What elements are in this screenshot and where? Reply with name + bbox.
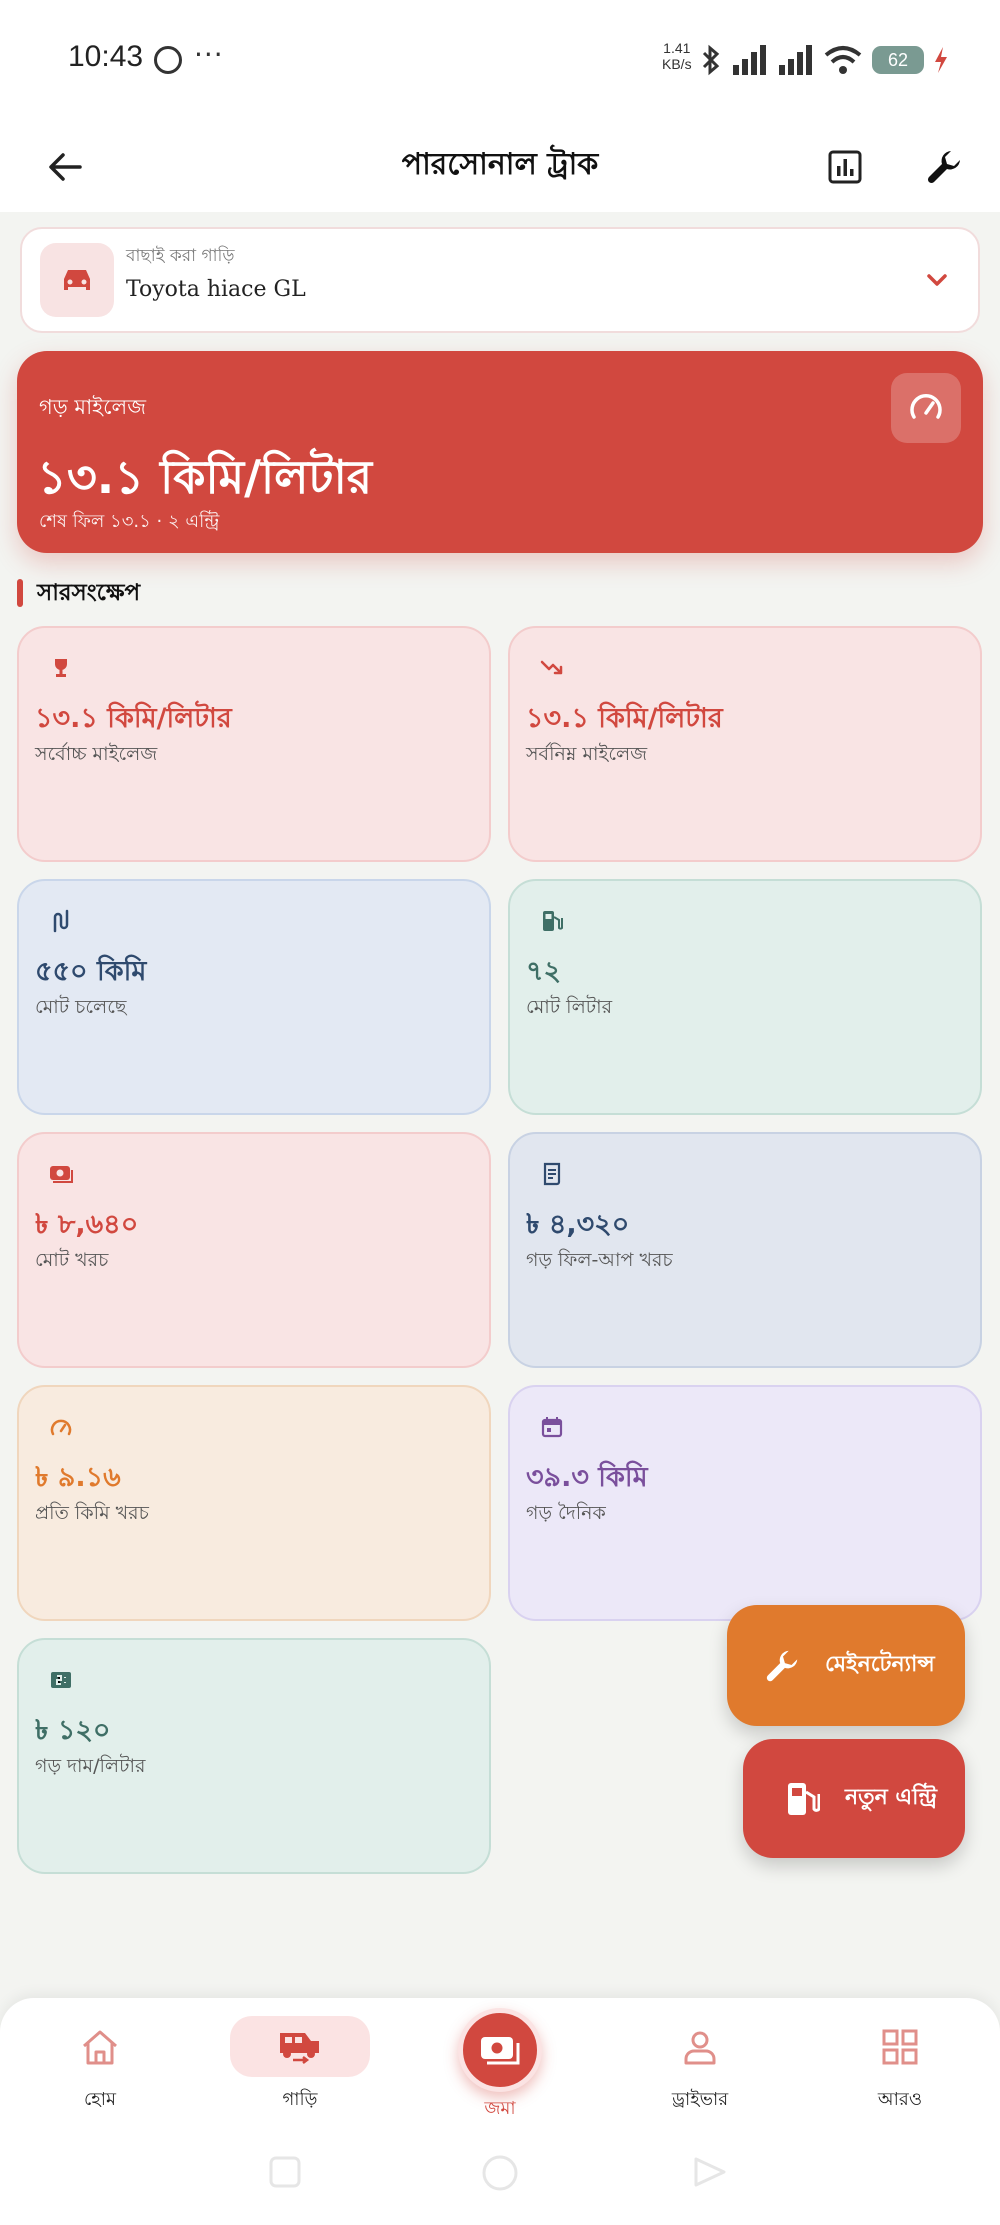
fuel-pump-icon (538, 907, 566, 935)
stat-label: সর্বনিম্ন মাইলেজ (526, 743, 648, 765)
stat-card-total-liters: ৭২ মোট লিটার (508, 879, 982, 1115)
status-time: 10:43 (68, 40, 144, 73)
system-navigation-bar (0, 2123, 1000, 2225)
trophy-icon (47, 654, 75, 682)
stat-value: ১৩.১ কিমি/লিটার (526, 703, 723, 734)
stat-card-average-daily: ৩৯.৩ কিমি গড় দৈনিক (508, 1385, 982, 1621)
speedometer-icon (891, 373, 961, 443)
wrench-icon (927, 151, 960, 184)
stat-label: মোট খরচ (35, 1249, 109, 1271)
stat-label: মোট চলেছে (35, 996, 127, 1018)
nav-home-label: হোম (84, 2089, 116, 2110)
stat-value: ৳ ১২০ (35, 1715, 111, 1746)
vehicle-selector[interactable]: বাছাই করা গাড়ি Toyota hiace GL (20, 227, 980, 333)
nav-deposit-label: জমা (484, 2098, 516, 2119)
stat-label: গড় দাম/লিটার (35, 1755, 146, 1777)
stat-value: ১৩.১ কিমি/লিটার (35, 703, 232, 734)
stat-card-highest-mileage: ১৩.১ কিমি/লিটার সর্বোচ্চ মাইলেজ (17, 626, 491, 862)
home-circle-icon[interactable] (480, 2153, 520, 2193)
nav-deposit[interactable] (458, 2008, 542, 2092)
vehicle-name: Toyota hiace GL (126, 277, 306, 302)
wrench-icon (763, 1646, 803, 1686)
stat-value: ৭২ (526, 956, 562, 987)
cash-icon (47, 1160, 75, 1188)
stat-label: প্রতি কিমি খরচ (35, 1502, 149, 1524)
nav-vehicles-label: গাড়ি (282, 2089, 318, 2110)
status-icons: 62 (700, 40, 948, 80)
back-triangle-icon[interactable] (692, 2155, 728, 2189)
recents-icon[interactable] (268, 2155, 302, 2189)
stat-value: ৩৯.৩ কিমি (526, 1462, 648, 1493)
car-icon (40, 243, 114, 317)
stat-value: ৳ ৪,৩২০ (526, 1209, 630, 1240)
page-title: পারসোনাল ট্রাক (401, 147, 599, 182)
bluetooth-icon (702, 44, 720, 76)
maintenance-label: মেইনটেন্যান্স (825, 1652, 935, 1677)
stat-label: মোট লিটার (526, 996, 613, 1018)
calendar-icon (538, 1413, 566, 1441)
stat-card-total-distance: ৫৫০ কিমি মোট চলেছে (17, 879, 491, 1115)
stat-card-average-price-per-liter: ৳ ১২০ গড় দাম/লিটার (17, 1638, 491, 1874)
app-bar: পারসোনাল ট্রাক (0, 120, 1000, 212)
signal-icon-2 (779, 45, 812, 75)
back-button[interactable] (40, 142, 90, 192)
maintenance-button[interactable]: মেইনটেন্যান্স (727, 1605, 965, 1726)
battery-icon: 62 (872, 46, 924, 74)
summary-section-header: সারসংক্ষেপ (17, 577, 140, 609)
trending-down-icon (538, 654, 566, 682)
network-speed: 1.41 KB/s (662, 40, 692, 72)
fuel-pump-icon (783, 1779, 823, 1819)
nav-more[interactable]: আরও (830, 2016, 970, 2116)
more-notifications-icon: ··· (194, 38, 224, 71)
stat-card-total-cost: ৳ ৮,৬৪০ মোট খরচ (17, 1132, 491, 1368)
price-tag-icon (47, 1666, 75, 1694)
settings-wrench-button[interactable] (920, 142, 970, 192)
arrow-left-icon (49, 153, 82, 181)
mileage-label: গড় মাইলেজ (39, 395, 146, 419)
summary-title: সারসংক্ষেপ (37, 579, 141, 606)
nav-driver-label: ড্রাইভার (671, 2089, 729, 2110)
nav-driver[interactable]: ড্রাইভার (630, 2016, 770, 2116)
home-icon (35, 2016, 165, 2077)
chevron-down-icon[interactable] (922, 265, 952, 295)
stat-label: গড় দৈনিক (526, 1502, 606, 1524)
bar-chart-icon (828, 150, 862, 184)
mileage-subtext: শেষ ফিল ১৩.১ · ২ এন্ট্রি (39, 511, 220, 532)
grid-icon (835, 2016, 965, 2077)
vehicle-transfer-icon (230, 2016, 370, 2077)
average-mileage-card: গড় মাইলেজ ১৩.১ কিমি/লিটার শেষ ফিল ১৩.১ … (17, 351, 983, 553)
reports-button[interactable] (820, 142, 870, 192)
stat-card-average-fillup-cost: ৳ ৪,৩২০ গড় ফিল-আপ খরচ (508, 1132, 982, 1368)
stat-value: ৳ ৯.১৬ (35, 1462, 121, 1493)
receipt-icon (538, 1160, 566, 1188)
wifi-icon (824, 46, 862, 74)
signal-icon (733, 45, 766, 75)
whatsapp-icon (154, 46, 182, 74)
new-entry-button[interactable]: নতুন এন্ট্রি (743, 1739, 965, 1858)
cash-icon (481, 2037, 520, 2065)
stat-value: ৳ ৮,৬৪০ (35, 1209, 139, 1240)
vehicle-caption: বাছাই করা গাড়ি (126, 246, 235, 266)
stat-value: ৫৫০ কিমি (35, 956, 147, 987)
nav-vehicles[interactable]: গাড়ি (230, 2016, 370, 2116)
stat-card-cost-per-km: ৳ ৯.১৬ প্রতি কিমি খরচ (17, 1385, 491, 1621)
nav-more-label: আরও (877, 2089, 923, 2110)
charging-icon (935, 47, 947, 73)
stat-card-lowest-mileage: ১৩.১ কিমি/লিটার সর্বনিম্ন মাইলেজ (508, 626, 982, 862)
stat-label: সর্বোচ্চ মাইলেজ (35, 743, 158, 765)
nav-home[interactable]: হোম (30, 2016, 170, 2116)
section-accent-bar (17, 579, 23, 607)
new-entry-label: নতুন এন্ট্রি (845, 1785, 937, 1810)
person-icon (635, 2016, 765, 2077)
route-icon (47, 907, 75, 935)
stat-label: গড় ফিল-আপ খরচ (526, 1249, 673, 1271)
status-bar: 10:43 ··· 1.41 KB/s 62 (0, 0, 1000, 120)
gauge-icon (47, 1413, 75, 1441)
bottom-navigation: হোম গাড়ি জমা ড্রাইভার আরও (0, 1998, 1000, 2123)
